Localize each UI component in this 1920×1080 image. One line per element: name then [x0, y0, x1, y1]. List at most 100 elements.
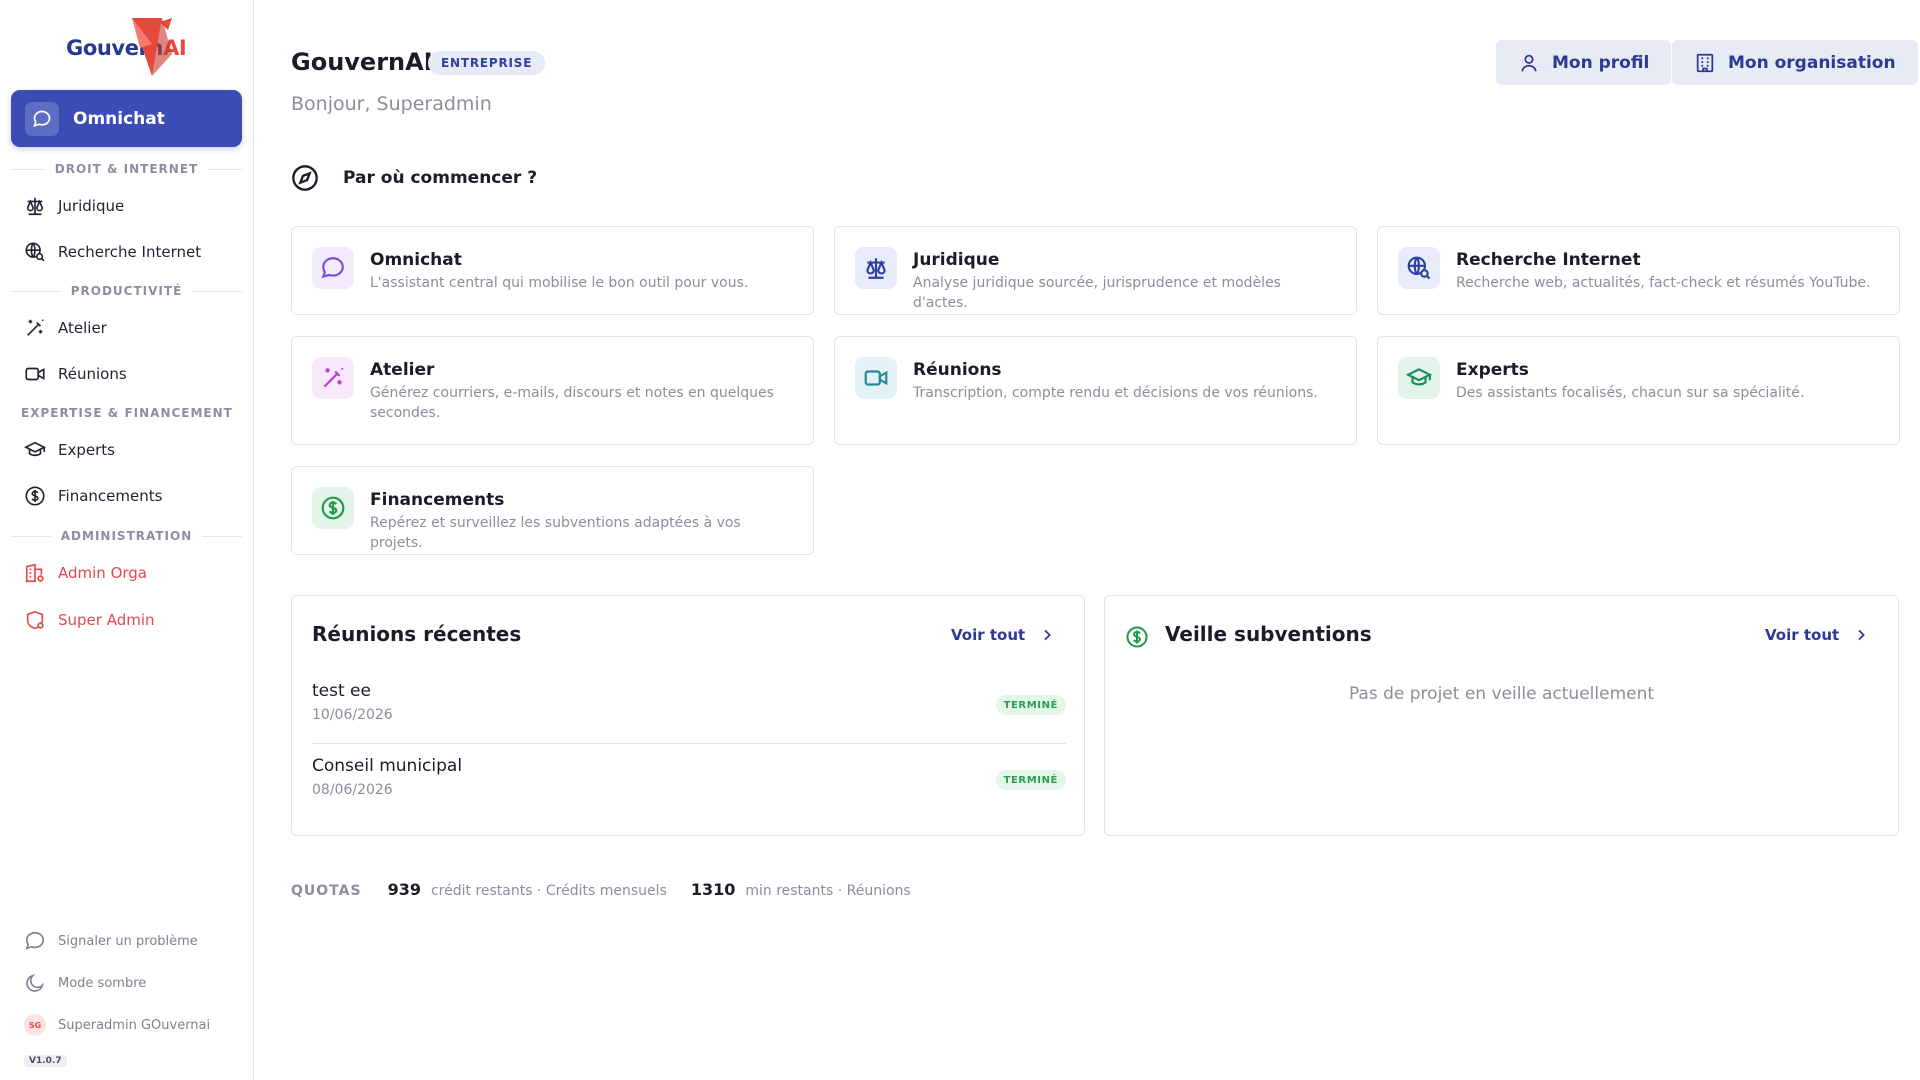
sidebar-omnichat-button[interactable]: Omnichat [11, 90, 242, 147]
tool-card-financements[interactable]: Financements Repérez et surveillez les s… [291, 466, 814, 555]
scale-icon [26, 197, 44, 216]
version-badge: V1.0.7 [24, 1055, 67, 1067]
tool-card-title: Recherche Internet [1456, 250, 1641, 270]
chevron-right-icon [1858, 629, 1866, 641]
moon-icon [26, 973, 45, 992]
meeting-row[interactable]: Conseil municipal 08/06/2026 TERMINÉ [312, 746, 1066, 820]
see-all-label: Voir tout [1765, 626, 1840, 644]
empty-state-message: Pas de projet en veille actuellement [1348, 684, 1655, 704]
video-camera-icon [855, 357, 897, 399]
user-menu[interactable]: SG Superadmin GOuvernai [24, 1011, 244, 1039]
building-gear-icon [25, 563, 44, 583]
credits-value: 939 [387, 880, 421, 899]
sidebar-item-financements[interactable]: Financements [24, 480, 244, 512]
recent-meetings-panel: Réunions récentes Voir tout test ee 10/0… [291, 595, 1085, 836]
start-section-title: Par où commencer ? [291, 164, 537, 192]
tool-card-omnichat[interactable]: Omnichat L'assistant central qui mobilis… [291, 226, 814, 315]
tool-card-description: Recherche web, actualités, fact-check et… [1456, 275, 1871, 291]
magic-wand-icon [27, 319, 44, 336]
sidebar-item-admin-orga[interactable]: Admin Orga [24, 557, 244, 589]
tool-card-description: Transcription, compte rendu et décisions… [913, 385, 1318, 401]
row-divider [312, 743, 1066, 744]
dollar-circle-icon [1126, 626, 1148, 648]
sidebar-item-label: Financements [58, 487, 163, 505]
sidebar-section-administration: ADMINISTRATION [11, 528, 242, 544]
tool-card-recherche-internet[interactable]: Recherche Internet Recherche web, actual… [1377, 226, 1900, 315]
panel-title: Veille subventions [1165, 622, 1372, 646]
quotas-label: QUOTAS [291, 883, 362, 899]
chat-bubble-icon [312, 247, 354, 289]
meeting-date: 10/06/2026 [312, 707, 393, 723]
credits-text: crédit restants · Crédits mensuels [430, 883, 667, 899]
compass-icon [292, 165, 318, 191]
tool-card-atelier[interactable]: Atelier Générez courriers, e-mails, disc… [291, 336, 814, 445]
report-problem-link[interactable]: Signaler un problème [24, 927, 244, 955]
sidebar-item-label: Admin Orga [58, 564, 147, 582]
shield-gear-icon [26, 610, 44, 630]
avatar: SG [24, 1014, 46, 1036]
plan-badge: ENTREPRISE [428, 51, 546, 75]
dollar-circle-icon [312, 487, 354, 529]
scale-icon [855, 247, 897, 289]
chat-bubble-icon [25, 101, 59, 136]
dollar-circle-icon [25, 486, 45, 506]
tool-card-title: Experts [1456, 360, 1529, 380]
tool-card-experts[interactable]: Experts Des assistants focalisés, chacun… [1377, 336, 1900, 445]
panel-title: Réunions récentes [312, 622, 522, 646]
sidebar-section-droit: DROIT & INTERNET [11, 161, 242, 177]
status-badge: TERMINÉ [995, 770, 1066, 790]
sidebar-item-label: Super Admin [58, 611, 155, 629]
app-logo[interactable]: GouvernAI [66, 14, 196, 80]
user-icon [1521, 54, 1537, 72]
tool-card-description: Analyse juridique sourcée, jurisprudence… [913, 275, 1281, 311]
meeting-row[interactable]: test ee 10/06/2026 TERMINÉ [312, 671, 1066, 745]
quotas-bar: QUOTAS 939 crédit restants · Crédits men… [291, 880, 935, 902]
tool-card-description: Générez courriers, e-mails, discours et … [370, 385, 774, 421]
page-title: GouvernAI [291, 48, 433, 76]
organization-button[interactable]: Mon organisation [1672, 40, 1918, 85]
meeting-name: test ee [312, 681, 371, 701]
sidebar-item-reunions[interactable]: Réunions [24, 358, 244, 390]
tool-card-description: Repérez et surveillez les subventions ad… [370, 515, 741, 551]
sidebar-item-juridique[interactable]: Juridique [24, 190, 244, 222]
sidebar-item-super-admin[interactable]: Super Admin [24, 604, 244, 636]
sidebar-item-label: Atelier [58, 319, 107, 337]
sidebar-item-experts[interactable]: Experts [24, 434, 244, 466]
tool-card-title: Réunions [913, 360, 1002, 380]
meetings-see-all-link[interactable]: Voir tout [951, 623, 1055, 647]
logo-mark-icon [132, 18, 172, 76]
grants-watch-panel: Veille subventions Voir tout Pas de proj… [1104, 595, 1899, 836]
tool-card-title: Omnichat [370, 250, 462, 270]
tool-card-juridique[interactable]: Juridique Analyse juridique sourcée, jur… [834, 226, 1357, 315]
globe-search-icon [1398, 247, 1440, 289]
meeting-date: 08/06/2026 [312, 782, 393, 798]
greeting-text: Bonjour, Superadmin [291, 93, 492, 115]
globe-search-icon [25, 242, 45, 262]
chevron-right-icon [1044, 629, 1052, 641]
sidebar-omnichat-label: Omnichat [73, 108, 165, 129]
sidebar: GouvernAI Omnichat DROIT & INTERNET Juri… [0, 0, 254, 1080]
tool-card-title: Juridique [913, 250, 1000, 270]
tool-card-reunions[interactable]: Réunions Transcription, compte rendu et … [834, 336, 1357, 445]
chat-bubble-icon [25, 931, 45, 950]
sidebar-item-label: Recherche Internet [58, 243, 202, 261]
graduation-cap-icon [24, 441, 46, 457]
report-problem-label: Signaler un problème [58, 933, 198, 949]
sidebar-item-recherche-internet[interactable]: Recherche Internet [24, 236, 244, 268]
meeting-name: Conseil municipal [312, 756, 463, 776]
magic-wand-icon [312, 357, 354, 399]
dark-mode-toggle[interactable]: Mode sombre [24, 969, 244, 997]
building-icon [1696, 53, 1714, 72]
tool-card-title: Financements [370, 490, 505, 510]
sidebar-item-atelier[interactable]: Atelier [24, 312, 244, 344]
graduation-cap-icon [1398, 357, 1440, 399]
dark-mode-label: Mode sombre [58, 975, 147, 991]
tool-card-description: L'assistant central qui mobilise le bon … [370, 275, 749, 291]
profile-button[interactable]: Mon profil [1496, 40, 1672, 85]
tool-card-description: Des assistants focalisés, chacun sur sa … [1456, 385, 1805, 401]
grants-see-all-link[interactable]: Voir tout [1765, 623, 1869, 647]
minutes-value: 1310 [690, 880, 736, 899]
sidebar-section-productivite: PRODUCTIVITÉ [11, 283, 242, 299]
organization-button-label: Mon organisation [1728, 52, 1896, 73]
user-name: Superadmin GOuvernai [58, 1017, 211, 1033]
